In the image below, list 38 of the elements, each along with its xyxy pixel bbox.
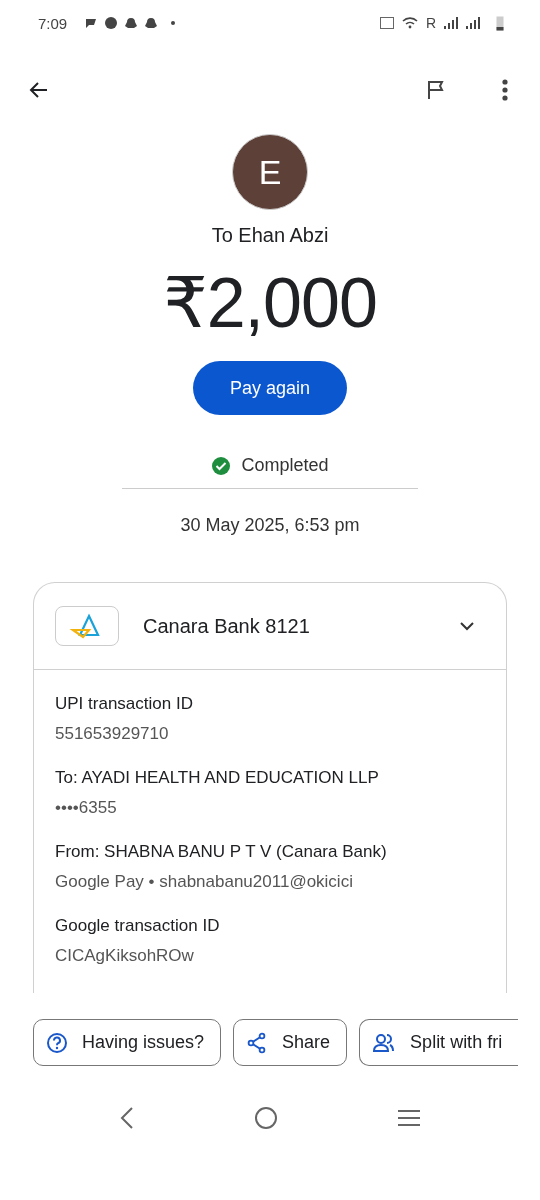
bank-account-row[interactable]: Canara Bank 8121 <box>34 583 506 670</box>
wifi-icon <box>401 17 418 29</box>
chat-icon <box>85 17 98 29</box>
detail-value: ••••6355 <box>55 798 118 818</box>
detail-value: 551653929710 <box>55 724 170 744</box>
pay-again-button[interactable]: Pay again <box>193 361 347 415</box>
detail-value: CICAgKiksohROw <box>55 946 195 966</box>
detail-label: To: AYADI HEALTH AND EDUCATION LLP <box>55 768 380 788</box>
more-options-icon[interactable] <box>501 78 509 102</box>
help-icon <box>46 1031 68 1054</box>
detail-value: Google Pay • shabnabanu2011@okicici <box>55 872 354 892</box>
circle-app-icon <box>105 17 118 29</box>
volte-icon <box>379 17 394 29</box>
bank-account-name: Canara Bank 8121 <box>143 614 311 638</box>
recents-nav-icon[interactable] <box>396 1108 421 1128</box>
status-label: Completed <box>241 455 329 476</box>
ghost-icon <box>145 17 158 29</box>
split-button[interactable]: Split with fri <box>359 1019 519 1066</box>
status-time: 7:09 <box>38 14 68 32</box>
check-circle-icon <box>211 455 232 476</box>
recipient-name: To Ehan Abzi <box>211 224 329 247</box>
chevron-icon[interactable] <box>458 620 476 632</box>
share-button[interactable]: Share <box>233 1019 348 1066</box>
detail-label: From: SHABNA BANU P T V (Canara Bank) <box>55 842 388 862</box>
amount: ₹2,000 <box>163 263 377 343</box>
detail-label: UPI transaction ID <box>55 694 194 714</box>
more-notifications-icon <box>171 21 176 25</box>
avatar: E <box>232 134 308 210</box>
people-icon <box>372 1031 397 1054</box>
back-nav-icon[interactable] <box>119 1106 136 1130</box>
battery-icon <box>496 15 504 31</box>
bank-logo-icon <box>55 606 119 646</box>
transaction-date: 30 May 2025, 6:53 pm <box>180 515 360 536</box>
detail-label: Google transaction ID <box>55 916 221 936</box>
roaming-indicator: R <box>425 15 436 31</box>
having-issues-button[interactable]: Having issues? <box>33 1019 222 1066</box>
ghost-icon <box>125 17 138 29</box>
home-nav-icon[interactable] <box>254 1106 278 1130</box>
